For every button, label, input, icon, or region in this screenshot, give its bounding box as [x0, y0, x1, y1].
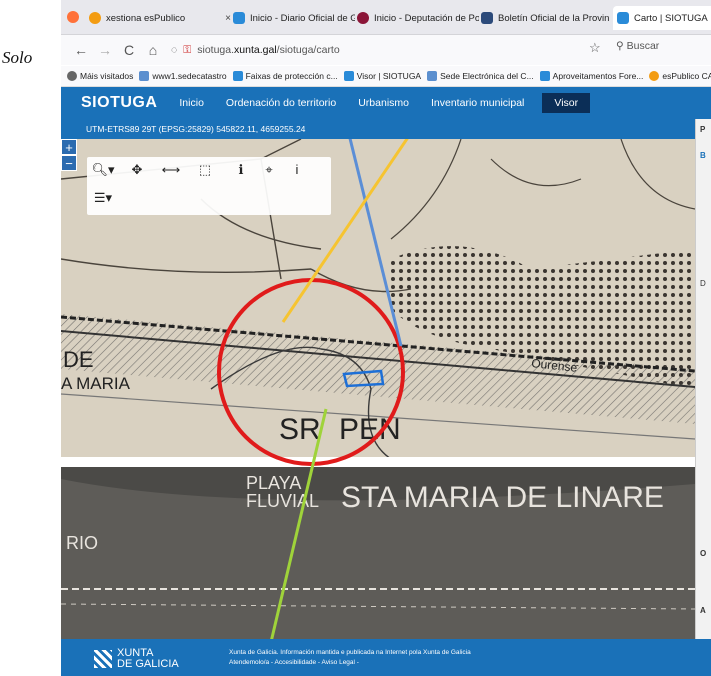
bookmark-aproveitamentos[interactable]: Aproveitamentos Fore...	[539, 71, 643, 81]
dog-favicon-icon	[233, 12, 245, 24]
navigation-bar: ← → C ⌂ ◌ ⚿ siotuga. xunta.gal/siotuga/ca…	[61, 35, 711, 65]
panel-letter: D	[700, 279, 706, 288]
solo-label: Solo	[2, 48, 33, 67]
tab-xestiona[interactable]: xestiona esPublico ×	[89, 6, 231, 30]
xunta-icon	[232, 71, 243, 81]
address-bar[interactable]: ◌ ⚿ siotuga. xunta.gal/siotuga/carto	[171, 40, 541, 60]
measure-distance-icon[interactable]: ⟷	[159, 162, 183, 178]
deputacion-favicon-icon	[357, 12, 369, 24]
tab-diario-oficial[interactable]: Inicio - Diario Oficial de G×	[233, 6, 355, 30]
xunta-brand-line2: DE GALICIA	[117, 658, 179, 670]
page-footer: XUNTA DE GALICIA Xunta de Galicia. Inform…	[61, 639, 711, 676]
tab-label: xestiona esPublico	[106, 12, 186, 24]
bookmark-star-icon[interactable]: ☆	[589, 40, 601, 56]
xunta-icon	[343, 71, 354, 81]
map-label-sr: SR	[279, 413, 321, 446]
info-icon[interactable]: ℹ	[229, 162, 253, 178]
lock-icon: ⚿	[183, 43, 192, 56]
tab-label: Inicio - Deputación de Po	[374, 12, 479, 24]
about-icon[interactable]: i	[285, 162, 309, 177]
menu-visor[interactable]: Visor	[542, 93, 591, 113]
map-viewer[interactable]: DE A MARIA SR PEN Ourense PLAYA FLUVIAL …	[61, 139, 695, 639]
catastro-icon	[427, 71, 438, 81]
siotuga-header: SIOTUGA Inicio Ordenación do territorio …	[61, 87, 711, 119]
map-label-a-maria: A MARIA	[61, 374, 131, 393]
search-placeholder: Buscar	[626, 40, 660, 52]
bookmark-mais-visitados[interactable]: Máis visitados	[67, 71, 133, 81]
close-tab-icon[interactable]: ×	[219, 13, 231, 24]
location-pin-icon[interactable]: ⌖	[257, 162, 281, 178]
xunta-icon	[539, 71, 550, 81]
menu-urbanismo[interactable]: Urbanismo	[358, 97, 409, 109]
xunta-emblem-icon	[94, 650, 112, 668]
browser-screenshot: xestiona esPublico × Inicio - Diario Ofic…	[61, 0, 711, 676]
panel-letter: O	[700, 549, 707, 558]
search-box[interactable]: ⚲ Buscar	[616, 40, 659, 52]
footer-line1: Xunta de Galicia. Información mantida e …	[229, 649, 471, 656]
bookmark-visor-siotuga[interactable]: Visor | SIOTUGA	[343, 71, 421, 81]
forward-arrow-icon[interactable]: →	[93, 42, 117, 58]
bookmark-sedecatastro[interactable]: www1.sedecatastro	[139, 71, 227, 81]
tab-deputacion[interactable]: Inicio - Deputación de Po×	[357, 6, 479, 30]
firefox-icon[interactable]	[67, 11, 79, 23]
panel-letter: B	[700, 151, 706, 160]
map-label-playa: PLAYA	[246, 473, 301, 493]
url-path: /siotuga/carto	[276, 44, 340, 56]
measure-area-icon[interactable]: ⬚	[193, 162, 217, 178]
tab-label: Inicio - Diario Oficial de G	[250, 12, 355, 24]
url-domain: xunta.gal	[234, 44, 277, 56]
menu-ordenacion[interactable]: Ordenación do territorio	[226, 97, 336, 109]
espublico-favicon-icon	[89, 12, 101, 24]
bookmarks-bar: Máis visitados www1.sedecatastro Faixas …	[61, 66, 711, 87]
panel-letter: P	[700, 125, 706, 134]
tab-carto-siotuga[interactable]: Carto | SIOTUGA	[613, 6, 711, 30]
tab-label: Boletín Oficial de la Provin	[498, 12, 609, 24]
map-label-de: DE	[63, 347, 94, 372]
coordinates-readout: UTM-ETRS89 29T (EPSG:25829) 545822.11, 4…	[61, 119, 711, 139]
gear-icon	[67, 71, 77, 81]
catastro-icon	[139, 71, 150, 81]
footer-text: Xunta de Galicia. Información mantida e …	[229, 648, 471, 668]
siotuga-logo[interactable]: SIOTUGA	[81, 94, 157, 112]
siotuga-favicon-icon	[617, 12, 629, 24]
map-toolbar: 🔍︎▾ ✥ ⟷ ⬚ ℹ ⌖ i ☰▾	[87, 157, 331, 215]
bop-favicon-icon	[481, 12, 493, 24]
tab-boletin[interactable]: Boletín Oficial de la Provin×	[481, 6, 609, 30]
menu-inicio[interactable]: Inicio	[179, 97, 204, 109]
reload-icon[interactable]: C	[117, 42, 141, 58]
zoom-in-button[interactable]: +	[61, 139, 77, 155]
tab-strip: xestiona esPublico × Inicio - Diario Ofic…	[61, 0, 711, 35]
home-icon[interactable]: ⌂	[141, 42, 165, 58]
search-icon: ⚲	[616, 40, 627, 52]
map-label-fluvial: FLUVIAL	[246, 491, 319, 511]
bookmark-espublico-cat[interactable]: esPublico CAT	[649, 71, 711, 81]
layers-tool-icon[interactable]: ☰▾	[91, 190, 115, 206]
shield-icon: ◌	[171, 44, 178, 56]
map-label-sta-maria: STA MARIA DE LINARE	[341, 481, 664, 514]
bookmark-sede-electronica[interactable]: Sede Electrónica del C...	[427, 71, 534, 81]
search-tool-icon[interactable]: 🔍︎▾	[91, 162, 115, 178]
zoom-controls: + −	[61, 139, 77, 171]
map-sheet-gap	[61, 457, 695, 467]
panel-letter: A	[700, 606, 706, 615]
tab-label: Carto | SIOTUGA	[634, 12, 708, 24]
url-prefix: siotuga.	[197, 44, 235, 56]
map-label-rio: RIO	[66, 533, 98, 553]
footer-links[interactable]: Atendemolo/a - Accesibilidade - Aviso Le…	[229, 659, 359, 666]
zoom-out-button[interactable]: −	[61, 155, 77, 171]
xunta-logo[interactable]: XUNTA DE GALICIA	[94, 648, 179, 670]
bookmark-faixas[interactable]: Faixas de protección c...	[232, 71, 338, 81]
espublico-icon	[649, 71, 660, 81]
back-arrow-icon[interactable]: ←	[69, 42, 93, 58]
pan-tool-icon[interactable]: ✥	[125, 162, 149, 178]
side-panel[interactable]: P B D O A	[695, 119, 711, 639]
menu-inventario[interactable]: Inventario municipal	[431, 97, 524, 109]
